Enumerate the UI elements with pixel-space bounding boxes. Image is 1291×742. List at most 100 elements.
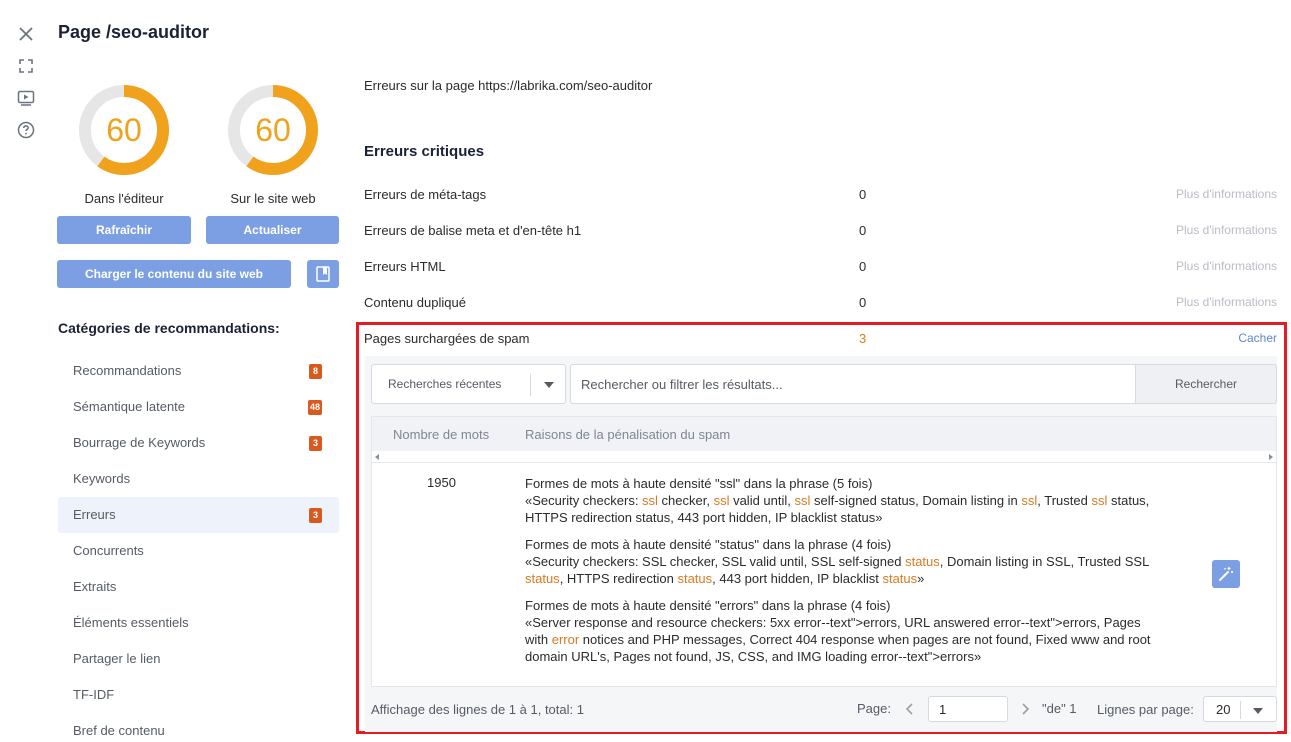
reason-text: «Server response and resource checkers: … [525,614,1165,665]
chevron-down-icon [544,382,554,388]
divider [372,462,1276,463]
category-concurrents[interactable]: Concurrents [58,533,339,569]
count-badge: 3 [309,436,322,451]
category-bref-contenu[interactable]: Bref de contenu [58,713,339,742]
load-content-button[interactable]: Charger le contenu du site web [57,260,291,288]
divider [530,374,531,396]
error-row-meta-h1: Erreurs de balise meta et d'en-tête h1 0… [364,223,1277,243]
rows-per-page-select[interactable]: 20 [1203,696,1277,722]
category-elements-essentiels[interactable]: Éléments essentiels [58,605,339,641]
category-extraits[interactable]: Extraits [58,569,339,605]
category-label: Concurrents [73,543,144,558]
category-label: Éléments essentiels [73,615,189,630]
video-icon[interactable] [16,88,36,108]
error-count: 0 [859,295,867,310]
score-label: Sur le site web [230,191,316,206]
error-row-duplicate: Contenu dupliqué 0 Plus d'informations [364,295,1277,315]
errors-page-url: Erreurs sur la page https://labrika.com/… [364,78,653,93]
categories-list: Recommandations 8 Sémantique latente 48 … [58,353,339,742]
category-partager-lien[interactable]: Partager le lien [58,641,339,677]
score-label: Dans l'éditeur [84,191,164,206]
reason-fragment: notices and PHP messages, Correct 404 re… [525,632,1151,664]
recent-searches-label: Recherches récentes [388,377,502,391]
refresh-button[interactable]: Rafraîchir [57,216,191,244]
reason-title: Formes de mots à haute densité "errors" … [525,598,891,613]
category-keywords[interactable]: Keywords [58,461,339,497]
reason-item: Formes de mots à haute densité "ssl" dan… [525,475,1165,526]
category-semantique-latente[interactable]: Sémantique latente 48 [58,389,339,425]
category-recommandations[interactable]: Recommandations 8 [58,353,339,389]
update-button[interactable]: Actualiser [206,216,339,244]
keyword-highlight: error [551,632,580,647]
search-input[interactable] [570,364,1136,404]
error-row-html: Erreurs HTML 0 Plus d'informations [364,259,1277,279]
reason-fragment: valid until, [729,493,795,508]
recent-searches-dropdown[interactable]: Recherches récentes [371,364,566,404]
error-label: Contenu dupliqué [364,295,466,310]
score-value: 60 [255,112,291,148]
score-value: 60 [106,112,142,148]
keyword-highlight: status [677,571,713,586]
reason-fragment: , 443 port hidden, IP blacklist [712,571,883,586]
score-gauge-website: 60 [227,84,319,176]
more-info-link[interactable]: Plus d'informations [1176,295,1277,309]
error-count: 0 [859,259,867,274]
keyword-highlight: ssl [642,493,658,508]
reason-fragment: , HTTPS redirection [559,571,678,586]
category-label: Bourrage de Keywords [73,435,206,450]
magic-fix-button[interactable] [1212,560,1240,588]
horizontal-scrollbar[interactable] [372,451,1276,461]
reason-fragment: checker, [657,493,714,508]
keyword-highlight: status [882,571,918,586]
page-input[interactable] [928,696,1008,722]
bookmark-button[interactable] [307,260,339,288]
category-bourrage-keywords[interactable]: Bourrage de Keywords 3 [58,425,339,461]
error-count: 0 [859,223,867,238]
word-count-cell: 1950 [427,475,456,490]
category-erreurs[interactable]: Erreurs 3 [58,497,339,533]
reason-item: Formes de mots à haute densité "errors" … [525,597,1165,665]
error-row-spam: Pages surchargées de spam 3 Cacher [364,331,1277,351]
fullscreen-icon[interactable] [16,56,36,76]
hide-link[interactable]: Cacher [1238,331,1277,345]
search-button[interactable]: Rechercher [1135,364,1277,404]
rows-info: Affichage des lignes de 1 à 1, total: 1 [371,702,584,717]
category-tf-idf[interactable]: TF-IDF [58,677,339,713]
page-title: Page /seo-auditor [58,22,210,42]
magic-wand-icon [1219,567,1233,581]
category-label: Sémantique latente [73,399,186,414]
reason-fragment: «Security checkers: [525,493,643,508]
page-label: Page: [857,701,891,716]
category-label: Erreurs [73,507,116,522]
more-info-link[interactable]: Plus d'informations [1176,259,1277,273]
critical-errors-title: Erreurs critiques [364,143,485,160]
reason-text: «Security checkers: ssl checker, ssl val… [525,492,1165,526]
divider [1240,701,1241,719]
chevron-right-icon[interactable] [1020,703,1030,715]
error-label: Erreurs HTML [364,259,446,274]
column-header-words[interactable]: Nombre de mots [393,427,489,442]
error-label: Erreurs de méta-tags [364,187,487,202]
count-badge: 3 [309,508,322,523]
page-total: "de" 1 [1042,701,1077,716]
more-info-link[interactable]: Plus d'informations [1176,223,1277,237]
more-info-link[interactable]: Plus d'informations [1176,187,1277,201]
close-icon[interactable] [16,24,36,44]
reason-fragment: , Domain listing in SSL, Trusted SSL [939,554,1149,569]
keyword-highlight: ssl [1021,493,1038,508]
categories-title: Catégories de recommandations: [58,320,280,336]
score-gauge-editor: 60 [78,84,170,176]
scroll-left-icon[interactable] [375,454,379,460]
error-label: Pages surchargées de spam [364,331,530,346]
chevron-left-icon[interactable] [905,703,915,715]
reason-item: Formes de mots à haute densité "status" … [525,536,1165,587]
category-label: Partager le lien [73,651,161,666]
category-label: Bref de contenu [73,723,165,738]
table-header: Nombre de mots Raisons de la pénalisatio… [372,417,1276,451]
help-icon[interactable] [16,120,36,140]
keyword-highlight: ssl [794,493,811,508]
scroll-right-icon[interactable] [1269,454,1273,460]
column-header-reasons[interactable]: Raisons de la pénalisation du spam [525,427,730,442]
spam-table: Nombre de mots Raisons de la pénalisatio… [371,416,1277,687]
reason-fragment: «Security checkers: SSL checker, SSL val… [525,554,906,569]
